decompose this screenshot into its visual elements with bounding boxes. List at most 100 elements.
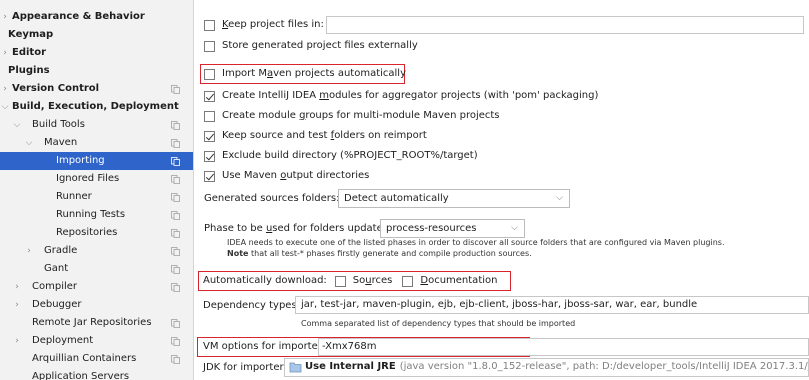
dependency-types-value: jar, test-jar, maven-plugin, ejb, ejb-cl… <box>301 299 698 310</box>
project-settings-icon <box>171 157 180 166</box>
sidebar-item-application-servers[interactable]: Application Servers <box>0 368 193 380</box>
sidebar-item-label: Version Control <box>12 83 100 94</box>
settings-tree: › Appearance & Behavior Keymap › Editor Plugi… <box>0 0 194 380</box>
sidebar-item-label: Compiler <box>32 281 78 292</box>
documentation-checkbox[interactable] <box>402 275 414 287</box>
chevron-down-icon[interactable]: ⌵ <box>12 116 22 134</box>
sources-checkbox[interactable] <box>334 275 346 287</box>
sidebar-item-label: Gant <box>44 263 69 274</box>
sidebar-item-keymap[interactable]: Keymap <box>0 26 193 44</box>
store-externally-checkbox[interactable] <box>204 40 215 52</box>
keep-project-files-row: Keep project files in: <box>204 17 324 33</box>
sidebar-item-compiler[interactable]: › Compiler <box>0 278 193 296</box>
chevron-right-icon[interactable]: › <box>0 80 10 98</box>
import-auto-checkbox[interactable] <box>204 68 215 80</box>
dependency-types-hint: Comma separated list of dependency types… <box>301 319 576 328</box>
create-modules-label: Create IntelliJ IDEA modules for aggrega… <box>222 90 599 101</box>
use-output-checkbox[interactable] <box>204 170 215 182</box>
jdk-value: Use Internal JRE <box>305 361 396 372</box>
auto-download-row: Automatically download: Sources Document… <box>203 273 497 289</box>
sidebar-item-debugger[interactable]: › Debugger <box>0 296 193 314</box>
sidebar-item-label: Deployment <box>32 335 94 346</box>
project-settings-icon <box>171 265 180 274</box>
sidebar-item-gant[interactable]: Gant <box>0 260 193 278</box>
chevron-right-icon[interactable]: › <box>12 278 22 296</box>
sidebar-item-deployment[interactable]: › Deployment <box>0 332 193 350</box>
chevron-right-icon[interactable]: › <box>0 44 10 62</box>
module-groups-checkbox[interactable] <box>204 110 215 122</box>
create-modules-row: Create IntelliJ IDEA modules for aggrega… <box>204 88 598 104</box>
sidebar-item-label: Ignored Files <box>56 173 120 184</box>
phase-dropdown[interactable]: process-resources ⌵ <box>380 219 525 238</box>
sidebar-item-editor[interactable]: › Editor <box>0 44 193 62</box>
keep-project-files-path-field[interactable] <box>326 16 804 34</box>
project-settings-icon <box>171 355 180 364</box>
create-modules-checkbox[interactable] <box>204 90 215 102</box>
jdk-dropdown[interactable]: Use Internal JRE (java version "1.8.0_15… <box>284 358 809 377</box>
keep-source-row: Keep source and test folders on reimport <box>204 128 427 144</box>
phase-note-line1: IDEA needs to execute one of the listed … <box>227 238 725 247</box>
sources-label: Sources <box>352 275 393 286</box>
sidebar-item-importing[interactable]: Importing <box>0 152 193 170</box>
module-groups-label: Create module groups for multi-module Ma… <box>222 110 500 121</box>
maven-importing-panel: Keep project files in: Store generated p… <box>195 0 809 380</box>
sidebar-item-label: Build, Execution, Deployment <box>12 101 179 112</box>
project-settings-icon <box>171 283 180 292</box>
keep-project-files-label: Keep project files in: <box>222 19 324 30</box>
dependency-types-label: Dependency types: <box>203 300 301 311</box>
sidebar-item-plugins[interactable]: Plugins <box>0 62 193 80</box>
project-settings-icon <box>171 211 180 220</box>
sidebar-item-label: Plugins <box>8 65 50 76</box>
chevron-down-icon: ⌵ <box>556 193 563 203</box>
sidebar-item-ignored-files[interactable]: Ignored Files <box>0 170 193 188</box>
project-settings-icon <box>171 121 180 130</box>
sidebar-item-label: Debugger <box>32 299 82 310</box>
sidebar-item-label: Importing <box>56 155 105 166</box>
sidebar-item-appearance-behavior[interactable]: › Appearance & Behavior <box>0 8 193 26</box>
sidebar-item-repositories[interactable]: Repositories <box>0 224 193 242</box>
project-settings-icon <box>171 85 180 94</box>
jdk-detail: (java version "1.8.0_152-release", path:… <box>399 361 809 372</box>
sidebar-item-gradle[interactable]: › Gradle <box>0 242 193 260</box>
keep-project-files-checkbox[interactable] <box>204 19 215 31</box>
sidebar-item-label: Remote Jar Repositories <box>32 317 152 328</box>
sidebar-item-runner[interactable]: Runner <box>0 188 193 206</box>
sidebar-item-label: Build Tools <box>32 119 85 130</box>
chevron-right-icon[interactable]: › <box>12 332 22 350</box>
sidebar-item-build-execution-deployment[interactable]: ⌵ Build, Execution, Deployment <box>0 98 193 116</box>
folder-icon <box>289 362 302 373</box>
sidebar-item-label: Repositories <box>56 227 118 238</box>
project-settings-icon <box>171 247 180 256</box>
chevron-right-icon[interactable]: › <box>0 8 10 26</box>
sidebar-item-maven[interactable]: ⌵ Maven <box>0 134 193 152</box>
generated-sources-dropdown[interactable]: Detect automatically ⌵ <box>338 189 570 208</box>
sidebar-item-label: Maven <box>44 137 78 148</box>
exclude-build-label: Exclude build directory (%PROJECT_ROOT%/… <box>222 150 478 161</box>
keep-source-checkbox[interactable] <box>204 130 215 142</box>
vm-options-value: -Xmx768m <box>322 341 377 352</box>
sidebar-item-version-control[interactable]: › Version Control <box>0 80 193 98</box>
exclude-build-row: Exclude build directory (%PROJECT_ROOT%/… <box>204 148 478 164</box>
sidebar-item-label: Appearance & Behavior <box>12 11 145 22</box>
sidebar-item-running-tests[interactable]: Running Tests <box>0 206 193 224</box>
keep-source-label: Keep source and test folders on reimport <box>222 130 427 141</box>
project-settings-icon <box>171 229 180 238</box>
sidebar-item-label: Editor <box>12 47 46 58</box>
vm-options-field[interactable]: -Xmx768m <box>318 338 809 356</box>
sidebar-item-arquillian-containers[interactable]: Arquillian Containers <box>0 350 193 368</box>
project-settings-icon <box>171 193 180 202</box>
chevron-right-icon[interactable]: › <box>12 296 22 314</box>
dependency-types-field[interactable]: jar, test-jar, maven-plugin, ejb, ejb-cl… <box>295 296 809 314</box>
sidebar-item-remote-jar-repositories[interactable]: Remote Jar Repositories <box>0 314 193 332</box>
chevron-right-icon[interactable]: › <box>24 242 34 260</box>
sidebar-item-label: Arquillian Containers <box>32 353 137 364</box>
project-settings-icon <box>171 319 180 328</box>
exclude-build-checkbox[interactable] <box>204 150 215 162</box>
generated-sources-label: Generated sources folders: <box>204 193 340 204</box>
store-externally-row: Store generated project files externally <box>204 38 418 54</box>
chevron-down-icon[interactable]: ⌵ <box>24 134 34 152</box>
chevron-down-icon[interactable]: ⌵ <box>0 98 10 116</box>
sidebar-item-label: Running Tests <box>56 209 126 220</box>
phase-value: process-resources <box>386 223 477 234</box>
sidebar-item-build-tools[interactable]: ⌵ Build Tools <box>0 116 193 134</box>
